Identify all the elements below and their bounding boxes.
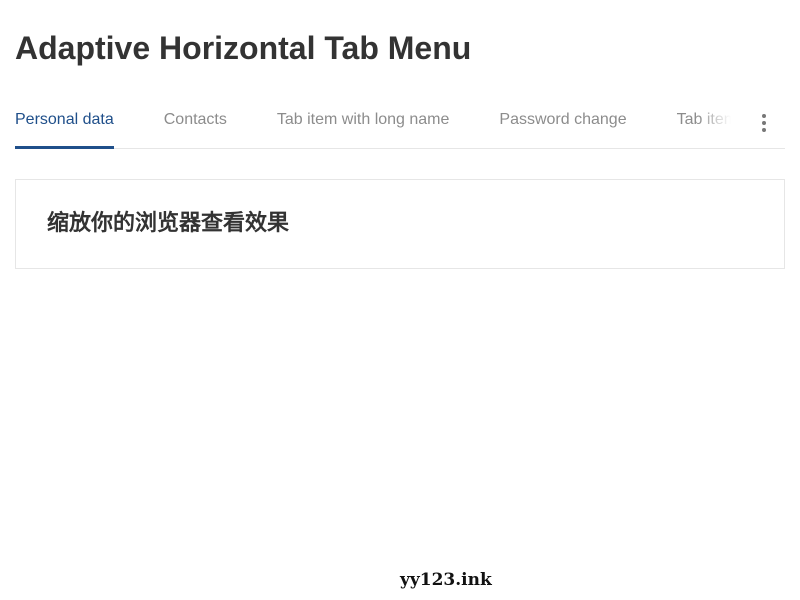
tab-contacts[interactable]: Contacts [164,100,227,148]
more-icon-dot [762,114,766,118]
tab-long-name[interactable]: Tab item with long name [277,100,450,148]
content-message: 缩放你的浏览器查看效果 [47,211,290,236]
tab-personal-data[interactable]: Personal data [15,100,114,149]
page-title: Adaptive Horizontal Tab Menu [15,30,472,66]
watermark-text: yy123.ink [400,570,492,590]
tab-content-panel: 缩放你的浏览器查看效果 [15,179,785,269]
more-vertical-icon [762,113,766,134]
more-icon-dot [762,121,766,125]
tab-viewport: Personal data Contacts Tab item with lon… [15,100,737,149]
tab-list: Personal data Contacts Tab item with lon… [15,100,737,149]
tab-bar: Personal data Contacts Tab item with lon… [15,100,785,149]
more-tabs-button[interactable] [754,110,774,136]
tab-item-overflow[interactable]: Tab item [677,100,737,148]
tab-password-change[interactable]: Password change [499,100,626,148]
more-icon-dot [762,128,766,132]
